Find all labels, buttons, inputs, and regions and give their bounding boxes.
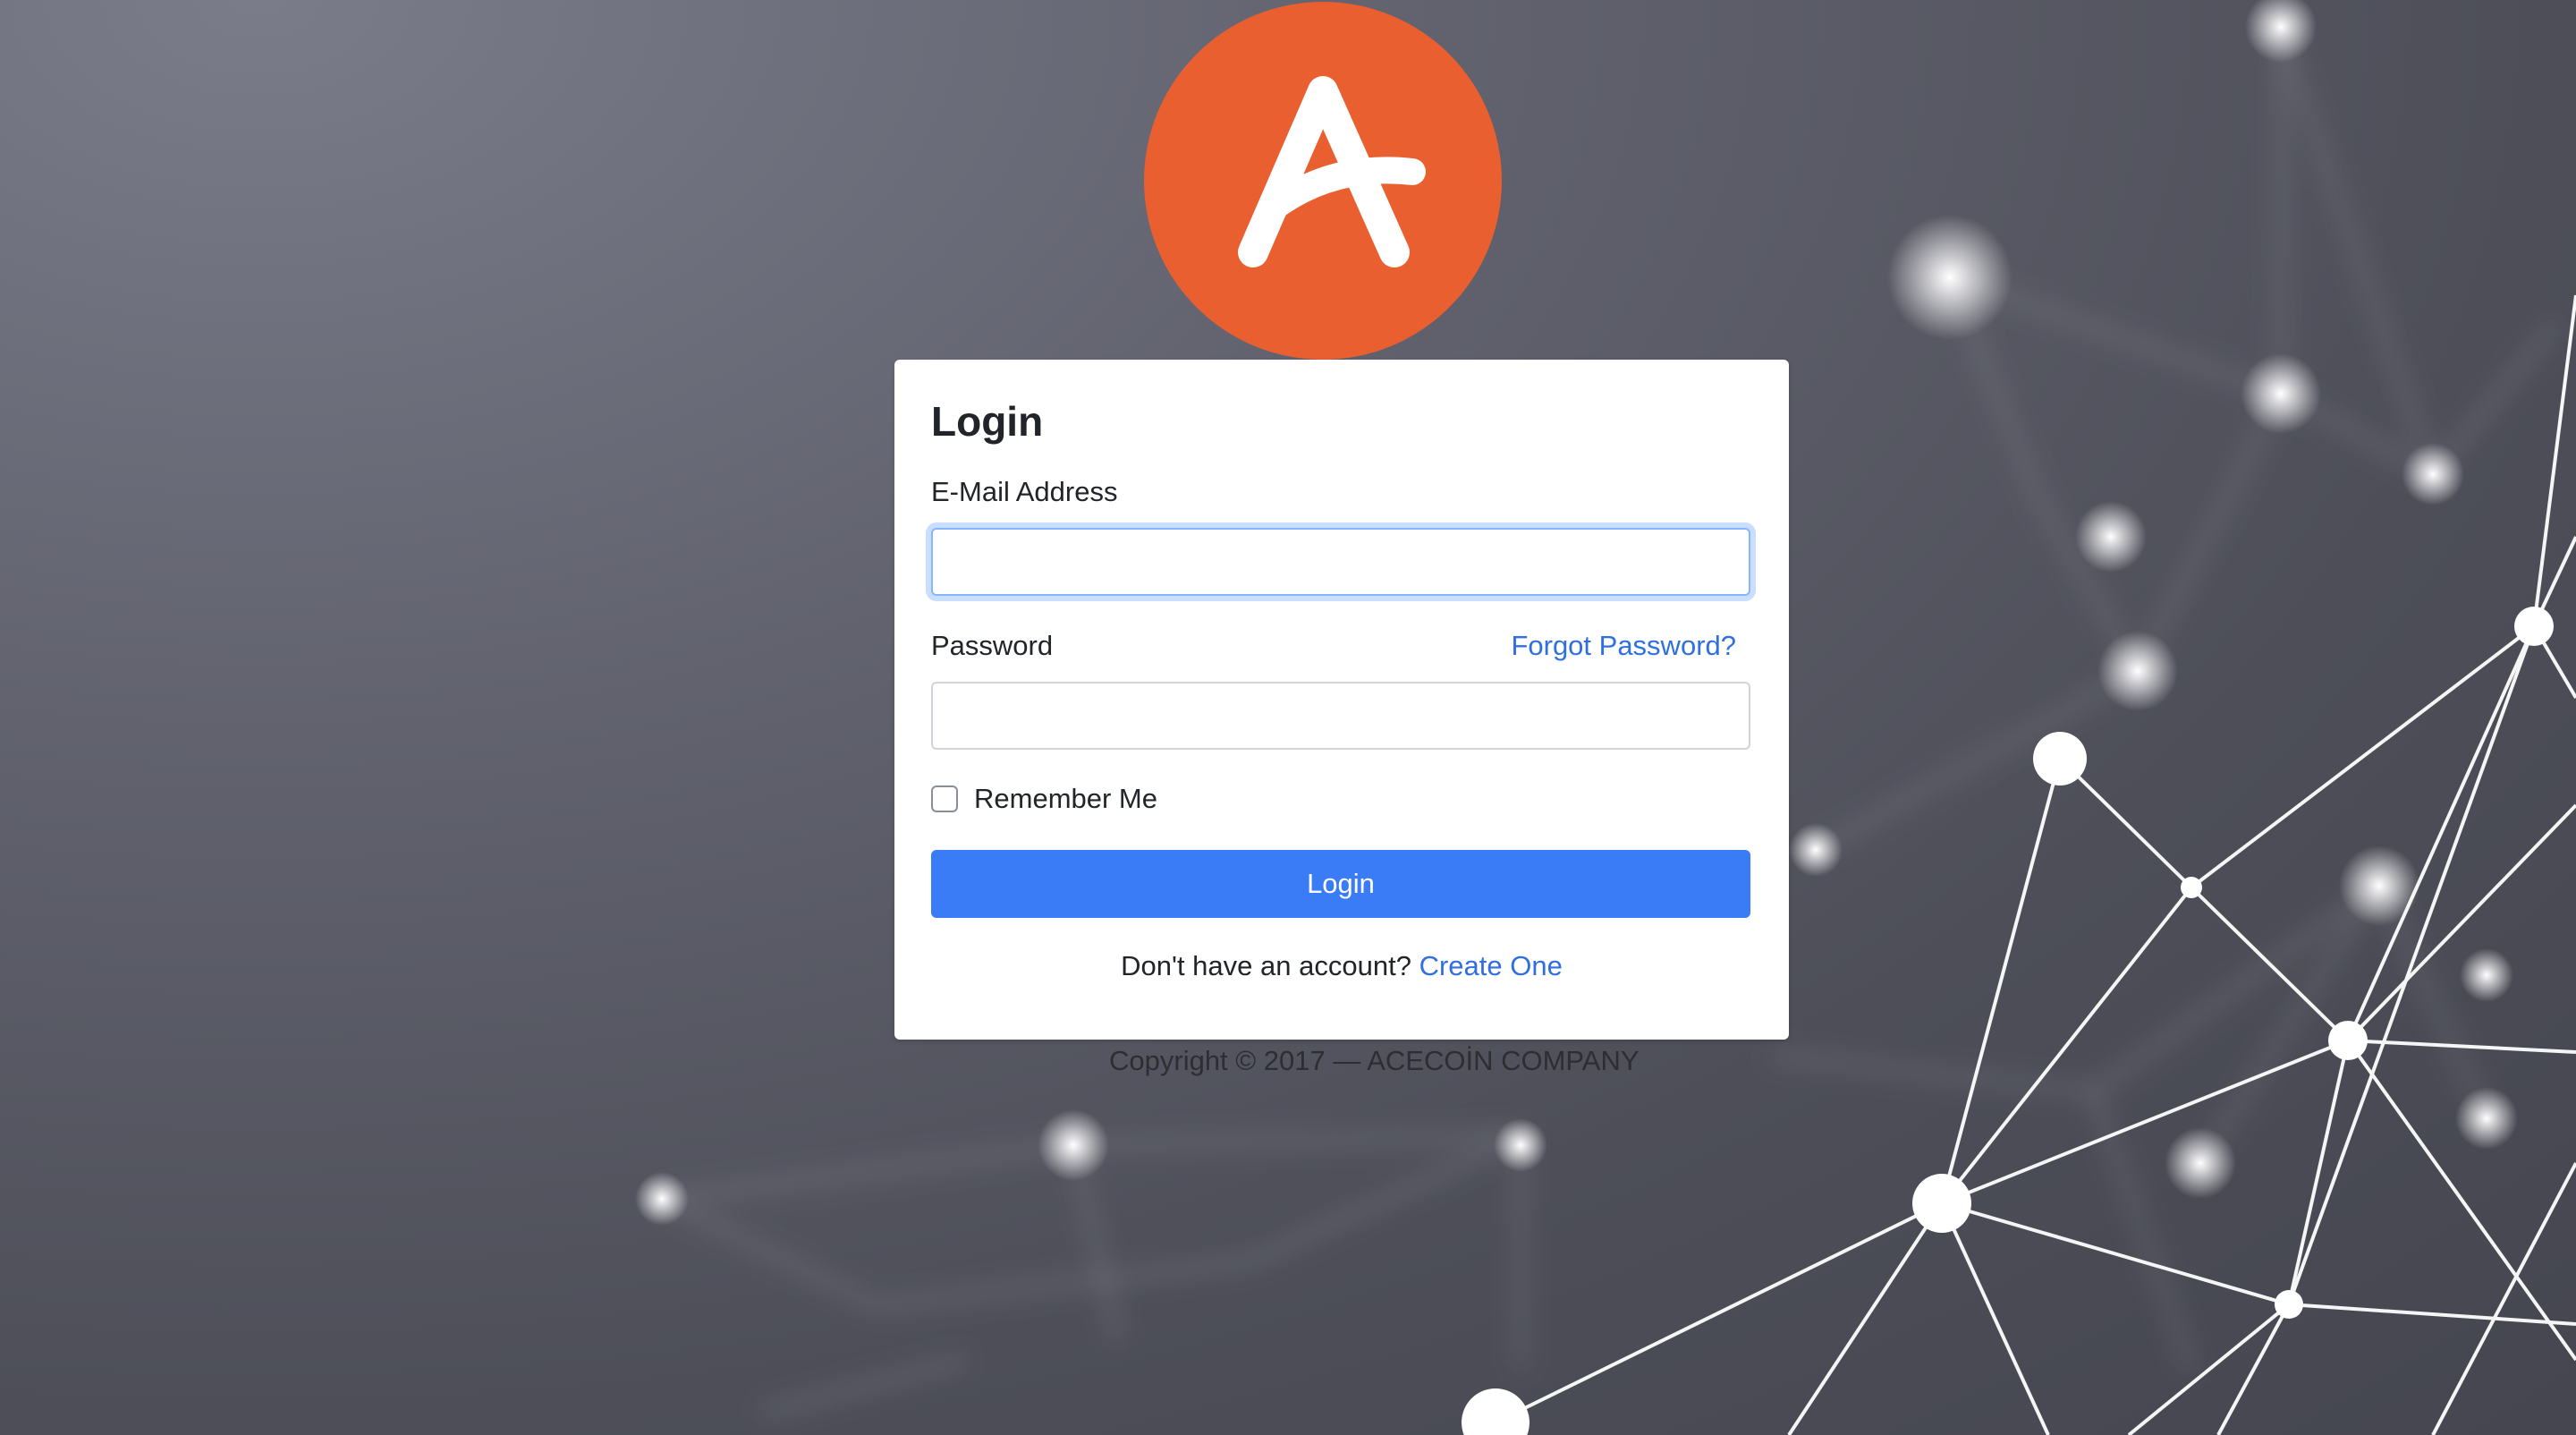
logo-a-icon xyxy=(1238,76,1426,267)
copyright-text: Copyright © 2017 — ACECOİN COMPANY xyxy=(1109,1045,1640,1076)
signup-prompt: Don't have an account? xyxy=(1121,950,1411,981)
password-field[interactable] xyxy=(931,682,1750,750)
remember-me-checkbox[interactable] xyxy=(931,785,958,812)
email-field[interactable] xyxy=(931,528,1750,596)
remember-me-label[interactable]: Remember Me xyxy=(974,783,1157,815)
brand-logo xyxy=(1144,2,1502,360)
login-card: Login E-Mail Address Password Forgot Pas… xyxy=(894,360,1789,1040)
forgot-password-link[interactable]: Forgot Password? xyxy=(1511,630,1736,662)
password-label: Password xyxy=(931,630,1054,661)
signup-prompt-row: Don't have an account? Create One xyxy=(894,950,1789,982)
login-button[interactable]: Login xyxy=(931,850,1750,918)
email-label: E-Mail Address xyxy=(931,476,1118,507)
login-title: Login xyxy=(931,398,1044,445)
create-account-link[interactable]: Create One xyxy=(1419,950,1563,981)
